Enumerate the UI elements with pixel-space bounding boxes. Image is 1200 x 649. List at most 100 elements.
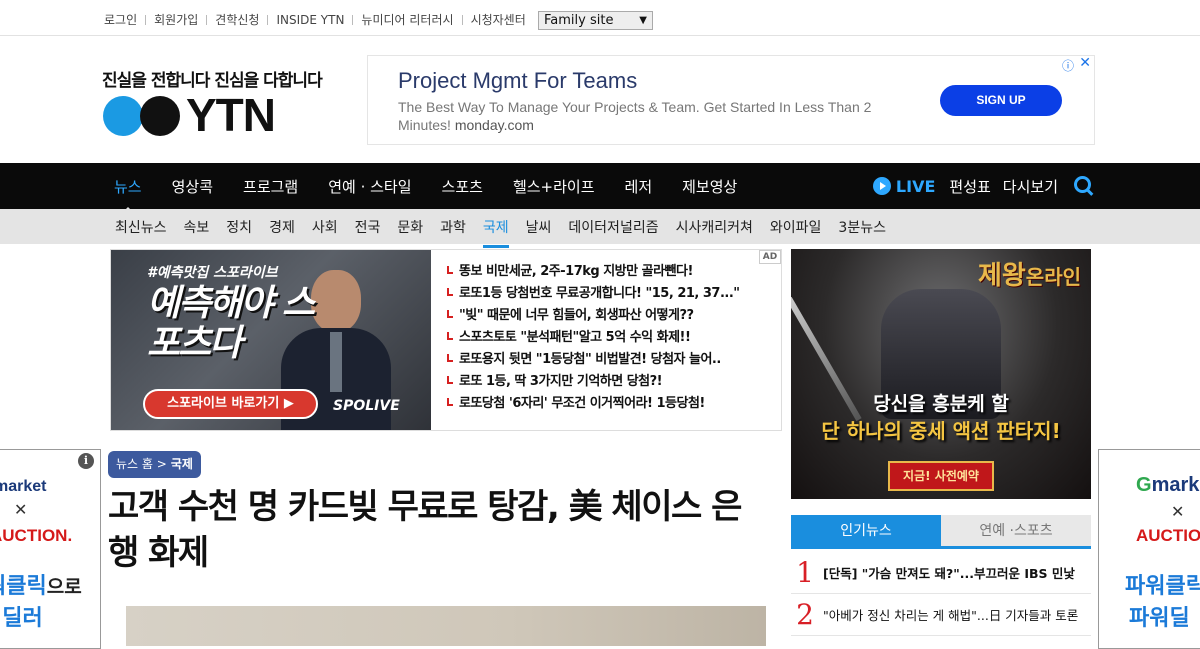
game-ad-banner[interactable]: 제왕온라인 당신을 흥분케 할 단 하나의 중세 액션 판타지! 지금! 사전예… — [791, 249, 1091, 499]
powerdealer-text: 워딜러 — [0, 606, 43, 631]
list-item[interactable]: 1 [단독] "가슴 만져도 돼?"...부끄러운 IBS 민낯 — [791, 552, 1091, 594]
popular-tabs: 인기뉴스 연예 ·스포츠 — [791, 515, 1091, 549]
rank-number: 2 — [796, 598, 814, 631]
gmarket-logo: Gmarket — [1136, 474, 1200, 496]
ad-signup-button[interactable]: SIGN UP — [940, 85, 1062, 116]
logo-text: YTN — [186, 89, 276, 141]
divider — [206, 14, 208, 25]
subnav-science[interactable]: 과학 — [440, 217, 466, 237]
ad-info-icon[interactable]: ⓘ — [1062, 57, 1074, 74]
auction-logo: AUCTION — [1136, 526, 1200, 545]
promo-link[interactable]: 스포츠토토 "분석패턴"알고 5억 수익 화제!! — [445, 326, 740, 348]
promo-headline: 예측해야 스포츠다 — [147, 283, 315, 364]
auction-logo: AUCTION. — [0, 526, 73, 545]
promo-tag: #예측맛집 스포라이브 — [147, 265, 278, 281]
nav-health[interactable]: 헬스+라이프 — [513, 176, 595, 197]
viewer-center-link[interactable]: 시청자센터 — [471, 11, 526, 28]
powerdeal-text: 파워딜 — [1129, 606, 1190, 631]
divider — [461, 14, 463, 25]
dropdown-arrow-icon: ▼ — [639, 15, 647, 26]
ad-domain: monday.com — [454, 117, 534, 133]
tab-entertainment-sports[interactable]: 연예 ·스포츠 — [941, 515, 1091, 546]
nav-program[interactable]: 프로그램 — [243, 176, 298, 197]
breadcrumb-current[interactable]: 국제 — [171, 451, 193, 478]
subnav-y-file[interactable]: 와이파일 — [770, 217, 822, 237]
ad-close-icon[interactable]: ✕ — [1079, 55, 1091, 71]
login-link[interactable]: 로그인 — [104, 11, 137, 28]
breadcrumb-home[interactable]: 뉴스 홈 > — [116, 451, 167, 478]
subnav-society[interactable]: 사회 — [312, 217, 338, 237]
promo-link[interactable]: 로또1등 당첨번호 무료공개합니다! "15, 21, 37..." — [445, 282, 740, 304]
subnav-latest[interactable]: 최신뉴스 — [115, 217, 167, 237]
ad-badge: AD — [759, 250, 781, 264]
header-ad[interactable]: Project Mgmt For Teams The Best Way To M… — [367, 55, 1095, 145]
logo-blue-dot — [103, 96, 143, 136]
subnav-data-journalism[interactable]: 데이터저널리즘 — [568, 217, 658, 237]
nav-entertainment[interactable]: 연예 · 스타일 — [328, 176, 411, 197]
replay-link[interactable]: 다시보기 — [1003, 176, 1058, 197]
main-nav: 뉴스 영상콕 프로그램 연예 · 스타일 스포츠 헬스+라이프 레저 제보영상 … — [0, 163, 1200, 213]
promo-cta-button[interactable]: 스포라이브 바로가기 ▶ — [143, 389, 318, 419]
inside-ytn-link[interactable]: INSIDE YTN — [276, 13, 344, 27]
promo-link[interactable]: 로또당첨 '6자리' 무조건 이거찍어라! 1등당첨! — [445, 392, 740, 414]
promo-link[interactable]: 똥보 비만세균, 2주-17kg 지방만 골라뺀다! — [445, 260, 740, 282]
promo-link[interactable]: 로또용지 뒷면 "1등당첨" 비법발견! 당첨자 늘어.. — [445, 348, 740, 370]
game-preregister-button[interactable]: 지금! 사전예약 — [888, 461, 994, 491]
subnav-3min-news[interactable]: 3분뉴스 — [838, 217, 886, 237]
promo-link[interactable]: 로또 1등, 딱 3가지만 기억하면 당첨?! — [445, 370, 740, 392]
subnav-breaking[interactable]: 속보 — [184, 217, 210, 237]
search-icon[interactable] — [1074, 176, 1094, 196]
divider — [352, 14, 354, 25]
nav-leisure[interactable]: 레저 — [625, 176, 653, 197]
powerclick-text: 파워클릭 — [1125, 574, 1200, 599]
nav-sports[interactable]: 스포츠 — [442, 176, 483, 197]
subnav-politics[interactable]: 정치 — [226, 217, 252, 237]
promo-link[interactable]: "빚" 때문에 너무 힘들어, 회생파산 어떻게?? — [445, 304, 740, 326]
info-icon[interactable]: i — [78, 453, 94, 469]
game-copy-1: 당신을 흥분케 할 — [873, 393, 1009, 415]
promo-link-list: 똥보 비만세균, 2주-17kg 지방만 골라뺀다! 로또1등 당첨번호 무료공… — [445, 260, 740, 414]
sub-nav-menu: 최신뉴스 속보 정치 경제 사회 전국 문화 과학 국제 날씨 데이터저널리즘 … — [115, 209, 903, 248]
subnav-weather[interactable]: 날씨 — [526, 217, 552, 237]
close-icon: ✕ — [1171, 502, 1185, 521]
logo-black-dot — [140, 96, 180, 136]
live-label: LIVE — [895, 176, 936, 196]
promo-ad-block: #예측맛집 스포라이브 예측해야 스포츠다 스포라이브 바로가기 ▶ SPOLI… — [110, 249, 782, 431]
schedule-link[interactable]: 편성표 — [949, 176, 990, 197]
media-literacy-link[interactable]: 뉴미디어 리터러시 — [361, 11, 453, 28]
subnav-international[interactable]: 국제 — [482, 217, 509, 248]
ad-title[interactable]: Project Mgmt For Teams — [398, 68, 637, 94]
main-nav-right: LIVE 편성표 다시보기 — [872, 163, 1094, 209]
breadcrumb: 뉴스 홈 > 국제 — [108, 451, 201, 478]
subnav-caricature[interactable]: 시사캐리커쳐 — [676, 217, 753, 237]
family-site-value: Family site — [544, 13, 614, 28]
subnav-culture[interactable]: 문화 — [397, 217, 423, 237]
subnav-regional[interactable]: 전국 — [355, 217, 381, 237]
ytn-logo[interactable]: 진실을 전합니다 진심을 다합니다 YTN — [100, 64, 323, 144]
utility-bar: 로그인 회원가입 견학신청 INSIDE YTN 뉴미디어 리터러시 시청자센터… — [0, 0, 1200, 36]
article-headline: 고객 수천 명 카드빚 무료로 탕감, 美 체이스 은행 화제 — [108, 487, 742, 573]
rank-number: 1 — [796, 556, 814, 589]
nav-news[interactable]: 뉴스 — [114, 176, 142, 213]
play-icon — [872, 177, 891, 195]
news-title[interactable]: [단독] "가슴 만져도 돼?"...부끄러운 IBS 민낯 — [823, 563, 1085, 582]
main-nav-menu: 뉴스 영상콕 프로그램 연예 · 스타일 스포츠 헬스+라이프 레저 제보영상 — [114, 163, 767, 213]
utility-links: 로그인 회원가입 견학신청 INSIDE YTN 뉴미디어 리터러시 시청자센터 — [104, 11, 526, 28]
nav-report-video[interactable]: 제보영상 — [682, 176, 737, 197]
sub-nav: 최신뉴스 속보 정치 경제 사회 전국 문화 과학 국제 날씨 데이터저널리즘 … — [0, 209, 1200, 248]
ad-description: The Best Way To Manage Your Projects & T… — [398, 98, 878, 134]
subnav-economy[interactable]: 경제 — [269, 217, 295, 237]
divider — [267, 14, 269, 25]
left-side-banner[interactable]: i market ✕ AUCTION. 워클릭으로 워딜러 — [0, 449, 101, 649]
right-side-banner[interactable]: Gmarket ✕ AUCTION 파워클릭 파워딜 — [1098, 449, 1200, 649]
tour-link[interactable]: 견학신청 — [215, 11, 259, 28]
live-button[interactable]: LIVE — [872, 176, 936, 196]
family-site-select[interactable]: Family site ▼ — [538, 11, 653, 30]
promo-banner-image[interactable]: #예측맛집 스포라이브 예측해야 스포츠다 스포라이브 바로가기 ▶ SPOLI… — [111, 250, 431, 430]
news-title[interactable]: "아베가 정신 차리는 게 해법"...日 기자들과 토론 — [823, 605, 1085, 624]
signup-link[interactable]: 회원가입 — [154, 11, 198, 28]
nav-video[interactable]: 영상콕 — [172, 176, 213, 197]
promo-brand: SPOLIVE — [333, 398, 400, 414]
tab-popular-news[interactable]: 인기뉴스 — [791, 515, 941, 546]
game-copy-2: 단 하나의 중세 액션 판타지! — [821, 419, 1061, 443]
